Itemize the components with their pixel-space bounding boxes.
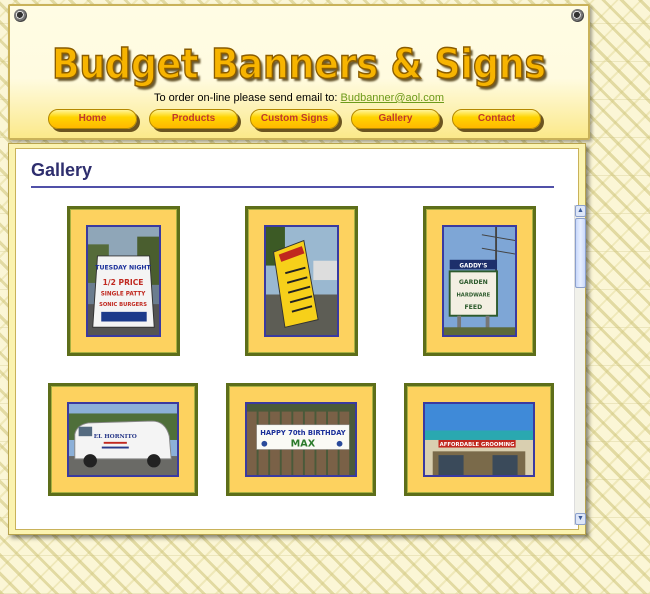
photo-text-tuesday: TUESDAY NIGHT <box>95 264 151 271</box>
scroll-down-arrow-icon[interactable]: ▼ <box>575 513 586 525</box>
header-panel: Budget Banners & Signs To order on-line … <box>8 4 590 140</box>
main-nav: Home Products Custom Signs Gallery Conta… <box>48 109 558 135</box>
heading-divider <box>31 186 554 188</box>
gallery-photo[interactable] <box>264 225 339 337</box>
gallery-item-van-lettering[interactable]: EL HORNITO <box>48 383 198 496</box>
photo-text-elhornito: EL HORNITO <box>94 434 137 440</box>
scroll-up-arrow-icon[interactable]: ▲ <box>575 205 586 217</box>
gallery-grid: TUESDAY NIGHT 1/2 PRICE SINGLE PATTY SON… <box>32 193 562 527</box>
photo-text-sonic: SONIC BURGERS <box>99 302 147 308</box>
gallery-item-sonic-sign[interactable]: TUESDAY NIGHT 1/2 PRICE SINGLE PATTY SON… <box>67 206 180 356</box>
nav-custom-signs-button[interactable]: Custom Signs <box>250 109 339 129</box>
gallery-item-gaddys-sign[interactable]: GADDY'S GARDEN HARDWARE FEED <box>423 206 536 356</box>
gallery-item-storefront-sign[interactable]: AFFORDABLE GROOMING <box>404 383 554 496</box>
gallery-item-birthday-banner[interactable]: HAPPY 70th BIRTHDAY MAX <box>226 383 376 496</box>
photo-text-single: SINGLE PATTY <box>101 291 146 297</box>
nav-home-button[interactable]: Home <box>48 109 137 129</box>
photo-text-happy: HAPPY 70th BIRTHDAY <box>260 429 346 437</box>
order-line: To order on-line please send email to: B… <box>10 92 588 104</box>
pin-icon <box>14 9 27 22</box>
content-panel: Gallery TUESDAY NIGHT 1/2 PRICE SINGLE P <box>8 143 586 535</box>
photo-text-half: 1/2 PRICE <box>103 278 144 287</box>
gallery-photo[interactable]: HAPPY 70th BIRTHDAY MAX <box>245 402 357 477</box>
photo-text-affordable: AFFORDABLE GROOMING <box>440 442 515 448</box>
photo-text-max: MAX <box>291 439 316 450</box>
gallery-photo[interactable]: EL HORNITO <box>67 402 179 477</box>
site-title: Budget Banners & Signs <box>51 39 547 89</box>
gallery-photo[interactable]: TUESDAY NIGHT 1/2 PRICE SINGLE PATTY SON… <box>86 225 161 337</box>
nav-contact-button[interactable]: Contact <box>452 109 541 129</box>
nav-gallery-button[interactable]: Gallery <box>351 109 440 129</box>
order-text: To order on-line please send email to: <box>153 92 338 104</box>
pin-icon <box>571 9 584 22</box>
photo-text-feed: FEED <box>464 304 482 311</box>
nav-products-button[interactable]: Products <box>149 109 238 129</box>
order-email-link[interactable]: Budbanner@aol.com <box>341 92 445 104</box>
gallery-photo[interactable]: AFFORDABLE GROOMING <box>423 402 535 477</box>
gallery-item-photo-lab-sign[interactable] <box>245 206 358 356</box>
gallery-scrollbar[interactable]: ▲ ▼ <box>574 205 586 525</box>
content-area: Gallery TUESDAY NIGHT 1/2 PRICE SINGLE P <box>15 148 586 530</box>
photo-text-garden: GARDEN <box>459 279 488 286</box>
scroll-thumb[interactable] <box>575 218 586 288</box>
photo-text-hardware: HARDWARE <box>456 292 490 298</box>
photo-text-gaddys: GADDY'S <box>459 263 487 269</box>
gallery-photo[interactable]: GADDY'S GARDEN HARDWARE FEED <box>442 225 517 337</box>
page-title: Gallery <box>31 160 93 180</box>
